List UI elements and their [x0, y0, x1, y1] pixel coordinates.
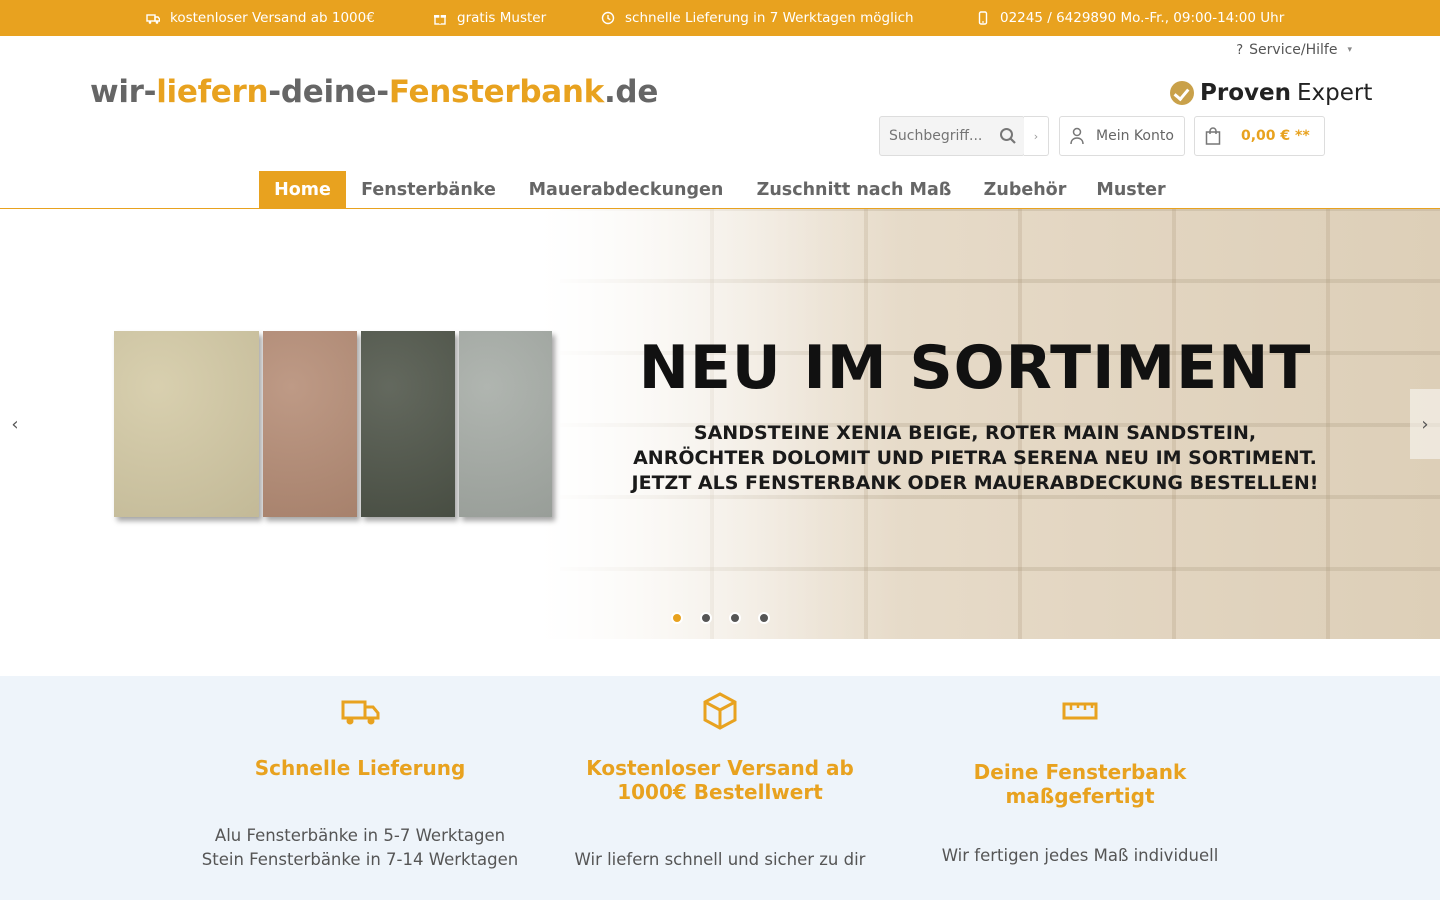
topbar-samples-text: gratis Muster [457, 10, 547, 26]
slide-subtext-line-1: SANDSTEINE XENIA BEIGE, ROTER MAIN SANDS… [693, 422, 1257, 444]
chevron-left-icon: ‹ [11, 413, 19, 435]
logo-part-4: Fensterbank [388, 74, 604, 110]
ruler-icon [1062, 702, 1098, 720]
topbar-shipping-text: kostenloser Versand ab 1000€ [170, 10, 375, 26]
nav-item-fensterbaenke[interactable]: Fensterbänke [350, 171, 507, 208]
stone-swatch [361, 331, 455, 517]
feature-title: Schnelle Lieferung [254, 756, 466, 780]
logo-part-3: -deine- [268, 74, 389, 110]
feature-line-2: Wir fertigen jedes Maß individuell [941, 846, 1219, 865]
search-icon[interactable] [998, 126, 1018, 146]
chevron-down-icon: ▾ [1347, 45, 1352, 55]
feature-line-2: Wir liefern schnell und sicher zu dir [574, 850, 866, 869]
stone-swatch [459, 331, 552, 517]
search-submit-button[interactable]: › [1024, 116, 1049, 156]
slider-dots [671, 612, 770, 624]
service-help-menu[interactable]: ? Service/Hilfe ▾ [1236, 42, 1352, 58]
logo-part-5: .de [603, 74, 659, 110]
feature-title-line-1: Deine Fensterbank [973, 760, 1187, 784]
slider-dot[interactable] [700, 612, 712, 624]
slider-dot[interactable] [758, 612, 770, 624]
proven-expert-badge[interactable]: Proven Expert [1170, 80, 1372, 106]
service-help-label: Service/Hilfe [1249, 42, 1338, 58]
feature-fast-delivery: Schnelle Lieferung Alu Fensterbänke in 5… [180, 676, 540, 872]
topbar-item-samples: gratis Muster [433, 0, 546, 36]
slide-subtext: SANDSTEINE XENIA BEIGE, ROTER MAIN SANDS… [560, 421, 1390, 496]
proven-expert-word-2: Expert [1296, 80, 1373, 106]
user-icon [1070, 127, 1084, 145]
hero-slider[interactable]: NEU IM SORTIMENT SANDSTEINE XENIA BEIGE,… [0, 209, 1440, 639]
slider-next-button[interactable]: › [1410, 389, 1440, 459]
slide-headline: NEU IM SORTIMENT [638, 333, 1312, 403]
nav-item-muster[interactable]: Muster [1088, 171, 1174, 208]
clock-icon [601, 11, 615, 25]
topbar-phone-text: 02245 / 6429890 Mo.-Fr., 09:00-14:00 Uhr [1000, 10, 1285, 26]
chevron-right-icon: › [1033, 129, 1039, 143]
slider-dot[interactable] [729, 612, 741, 624]
shopping-bag-icon [1205, 127, 1221, 145]
topbar-item-phone: 02245 / 6429890 Mo.-Fr., 09:00-14:00 Uhr [976, 0, 1284, 36]
question-icon: ? [1236, 42, 1244, 58]
nav-item-home[interactable]: Home [259, 171, 346, 208]
stone-swatch [263, 331, 357, 517]
gift-icon [434, 15, 446, 25]
top-info-bar: kostenloser Versand ab 1000€ gratis Must… [0, 0, 1440, 36]
check-circle-icon [1170, 81, 1194, 105]
truck-icon [146, 14, 160, 24]
feature-free-shipping: Kostenloser Versand ab 1000€ Bestellwert… [540, 676, 900, 872]
phone-icon [978, 11, 988, 25]
site-logo[interactable]: wir-liefern-deine-Fensterbank.de [90, 74, 658, 110]
nav-item-zubehoer[interactable]: Zubehör [972, 171, 1078, 208]
cart-button[interactable]: 0,00 € ** [1194, 116, 1325, 156]
cart-total: 0,00 € ** [1241, 128, 1310, 144]
feature-title-line-2: maßgefertigt [1005, 784, 1155, 808]
logo-part-2: liefern [156, 74, 269, 110]
topbar-delivery-text: schnelle Lieferung in 7 Werktagen möglic… [625, 10, 914, 26]
slider-prev-button[interactable]: ‹ [0, 389, 30, 459]
slider-dot[interactable] [671, 612, 683, 624]
slide-subtext-line-3: JETZT ALS FENSTERBANK ODER MAUERABDECKUN… [631, 472, 1319, 494]
search-input[interactable] [880, 128, 990, 144]
truck-icon [341, 700, 380, 725]
feature-custom-made: Deine Fensterbank maßgefertigt Wir ferti… [900, 676, 1260, 868]
topbar-item-delivery: schnelle Lieferung in 7 Werktagen möglic… [601, 0, 914, 36]
feature-title-line-1: Kostenloser Versand ab [586, 756, 854, 780]
feature-title-line-2: 1000€ Bestellwert [617, 780, 823, 804]
proven-expert-word-1: Proven [1200, 80, 1291, 106]
my-account-button[interactable]: Mein Konto [1059, 116, 1185, 156]
feature-line-2: Stein Fensterbänke in 7-14 Werktagen [201, 850, 519, 869]
package-icon [703, 692, 737, 730]
logo-part-1: wir- [90, 74, 157, 110]
search-box [879, 116, 1025, 156]
my-account-label: Mein Konto [1096, 128, 1174, 144]
main-navigation: Home Fensterbänke Mauerabdeckungen Zusch… [0, 171, 1440, 209]
slide-subtext-line-2: ANRÖCHTER DOLOMIT UND PIETRA SERENA NEU … [633, 447, 1317, 469]
topbar-item-shipping: kostenloser Versand ab 1000€ [146, 0, 375, 36]
nav-item-zuschnitt[interactable]: Zuschnitt nach Maß [746, 171, 962, 208]
nav-item-mauerabdeckungen[interactable]: Mauerabdeckungen [515, 171, 737, 208]
features-section: Schnelle Lieferung Alu Fensterbänke in 5… [0, 676, 1440, 900]
chevron-right-icon: › [1421, 413, 1429, 435]
feature-line-1: Alu Fensterbänke in 5-7 Werktagen [214, 826, 506, 845]
stone-swatch [114, 331, 259, 517]
